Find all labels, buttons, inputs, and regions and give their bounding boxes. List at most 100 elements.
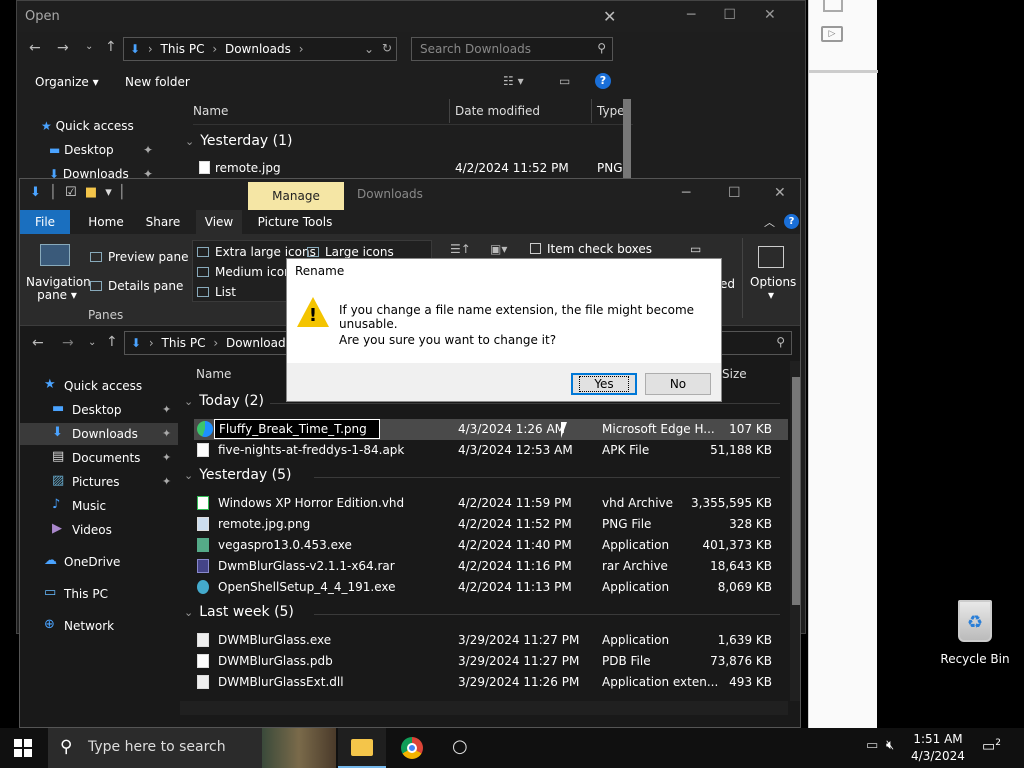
explorer-search-input[interactable]: ⚲ <box>720 331 792 355</box>
open-search-input[interactable]: Search Downloads ⚲ <box>411 37 613 61</box>
layout-medium-icons[interactable]: Medium icons <box>197 265 298 279</box>
taskbar-app[interactable]: ○ <box>438 728 486 768</box>
sidebar-item-onedrive[interactable]: ☁ OneDrive <box>20 551 178 573</box>
volume-muted-icon[interactable]: 🔇︎ <box>886 738 894 753</box>
sidebar-item-pictures[interactable]: ▨ Pictures ✦ <box>20 471 178 493</box>
refresh-icon[interactable]: ↻ <box>382 41 392 55</box>
item-check-boxes[interactable]: Item check boxes <box>530 242 652 256</box>
preview-pane-button[interactable]: Preview pane <box>90 250 188 264</box>
sidebar-item-downloads[interactable]: ⬇ Downloads ✦ <box>20 423 178 445</box>
vertical-scrollbar[interactable] <box>790 361 800 701</box>
details-pane-button[interactable]: Details pane <box>90 279 183 293</box>
yes-button[interactable]: Yes <box>571 373 637 395</box>
tab-view[interactable]: View <box>196 210 242 234</box>
layout-large-icons[interactable]: Large icons <box>307 245 394 259</box>
table-row[interactable]: five-nights-at-freddys-1-84.apk 4/3/2024… <box>194 440 788 461</box>
crumb-this-pc[interactable]: This PC <box>162 336 206 350</box>
crumb-this-pc[interactable]: This PC <box>161 42 205 56</box>
crumb-downloads[interactable]: Downloads <box>225 42 291 56</box>
collapse-ribbon-icon[interactable]: ︿ <box>764 214 775 230</box>
maximize-icon[interactable]: ☐ <box>728 185 741 201</box>
organize-button[interactable]: Organize ▾ <box>35 75 99 89</box>
scrollbar[interactable] <box>623 99 631 179</box>
network-tray-icon[interactable]: ▭ <box>866 738 878 753</box>
taskbar-search[interactable]: ⚲ Type here to search <box>48 728 336 768</box>
rename-input[interactable]: Fluffy_Break_Time_T.png <box>214 419 380 439</box>
group-today[interactable]: ⌄ Today (2) <box>184 393 264 409</box>
chevron-down-icon[interactable]: ⌄ <box>364 42 374 56</box>
list-item[interactable]: remote.jpg 4/2/2024 11:52 PM PNG <box>197 161 637 179</box>
back-arrow-icon[interactable]: ← <box>32 335 44 351</box>
sidebar-item-music[interactable]: ♪ Music <box>20 495 178 517</box>
column-type[interactable]: Type <box>597 104 625 118</box>
close-icon[interactable]: ✕ <box>603 7 616 26</box>
sidebar-item-this-pc[interactable]: ▭ This PC <box>20 583 178 605</box>
column-date-modified[interactable]: Date modified <box>455 104 540 118</box>
column-name[interactable]: Name <box>196 367 231 381</box>
properties-icon[interactable]: ☑ <box>65 185 77 200</box>
taskbar-clock[interactable]: 1:51 AM 4/3/2024 <box>906 731 970 765</box>
sidebar-item-documents[interactable]: ▤ Documents ✦ <box>20 447 178 469</box>
forward-arrow-icon[interactable]: → <box>57 40 69 56</box>
background-window-controls[interactable]: ─☐✕ <box>687 7 804 23</box>
sidebar-item-desktop[interactable]: ▬ Desktop ✦ <box>49 143 153 157</box>
table-row[interactable]: DWMBlurGlass.pdb 3/29/2024 11:27 PM PDB … <box>194 651 788 672</box>
sidebar-item-network[interactable]: ⊕ Network <box>20 615 178 637</box>
notifications-button[interactable]: ▭2 <box>982 738 1001 755</box>
table-row[interactable]: DWMBlurGlass.exe 3/29/2024 11:27 PM Appl… <box>194 630 788 651</box>
windows-start-icon[interactable] <box>14 739 32 757</box>
up-arrow-icon[interactable]: ↑ <box>105 39 117 55</box>
scrollbar-thumb[interactable] <box>792 377 800 605</box>
new-folder-button[interactable]: New folder <box>125 75 190 89</box>
up-arrow-icon[interactable]: ↑ <box>106 334 118 350</box>
help-icon[interactable]: ? <box>784 214 799 229</box>
recycle-bin[interactable]: Recycle Bin <box>938 600 1012 666</box>
taskbar-chrome[interactable] <box>388 728 436 768</box>
table-row[interactable]: remote.jpg.png 4/2/2024 11:52 PM PNG Fil… <box>194 514 788 535</box>
sort-by-icon[interactable]: ☰↑ <box>450 242 471 256</box>
crumb-downloads[interactable]: Downloads <box>226 336 292 350</box>
sidebar-item-quick-access[interactable]: ★ Quick access <box>41 119 134 133</box>
tab-share[interactable]: Share <box>136 210 190 234</box>
preview-pane-icon[interactable]: ▭ <box>559 74 570 88</box>
tab-manage[interactable]: Manage <box>248 182 344 210</box>
open-address-input[interactable]: ⬇ › This PC › Downloads › ⌄ ↻ <box>123 37 397 61</box>
tab-picture-tools[interactable]: Picture Tools <box>252 210 338 234</box>
downloads-icon[interactable]: ⬇ <box>30 185 41 200</box>
no-button[interactable]: No <box>645 373 711 395</box>
group-yesterday[interactable]: ⌄ Yesterday (5) <box>184 467 291 483</box>
group-last-week[interactable]: ⌄ Last week (5) <box>184 604 294 620</box>
back-arrow-icon[interactable]: ← <box>29 40 41 56</box>
layout-extra-large-icons[interactable]: Extra large icons <box>197 245 316 259</box>
table-row[interactable]: Windows XP Horror Edition.vhd 4/2/2024 1… <box>194 493 788 514</box>
tab-file[interactable]: File <box>20 210 70 234</box>
group-yesterday[interactable]: ⌄ Yesterday (1) <box>185 133 292 149</box>
chevron-down-icon[interactable]: ⌄ <box>85 41 93 52</box>
group-by-icon[interactable]: ▣▾ <box>490 242 507 256</box>
hide-selected-icon[interactable]: ▭ <box>690 242 701 256</box>
sidebar-item-videos[interactable]: ▶ Videos <box>20 519 178 541</box>
forward-arrow-icon[interactable]: → <box>62 335 74 351</box>
column-size[interactable]: Size <box>722 367 747 381</box>
tab-home[interactable]: Home <box>78 210 134 234</box>
sidebar-item-quick-access[interactable]: ★ Quick access <box>20 375 178 397</box>
chevron-down-icon[interactable]: ⌄ <box>88 337 96 348</box>
help-icon[interactable]: ? <box>595 73 611 89</box>
table-row[interactable]: vegaspro13.0.453.exe 4/2/2024 11:40 PM A… <box>194 535 788 556</box>
background-window[interactable]: ▷ <box>808 0 878 728</box>
table-row[interactable]: Fluffy_Break_Time_T.png 4/3/2024 1:26 AM… <box>194 419 788 440</box>
column-name[interactable]: Name <box>193 104 228 118</box>
explorer-address-input[interactable]: ⬇ › This PC › Downloads <box>124 331 304 355</box>
taskbar-file-explorer[interactable] <box>338 728 386 768</box>
options-button[interactable]: Options ▾ <box>750 276 796 302</box>
new-folder-icon[interactable]: ■ <box>85 185 97 200</box>
minimize-icon[interactable]: ─ <box>682 185 690 201</box>
customize-icon[interactable]: ▾ <box>105 185 112 200</box>
close-icon[interactable]: ✕ <box>774 185 786 201</box>
table-row[interactable]: DwmBlurGlass-v2.1.1-x64.rar 4/2/2024 11:… <box>194 556 788 577</box>
navigation-pane-button[interactable]: Navigation pane ▾ <box>26 276 91 302</box>
table-row[interactable]: OpenShellSetup_4_4_191.exe 4/2/2024 11:1… <box>194 577 788 598</box>
horizontal-scrollbar[interactable] <box>180 701 788 715</box>
layout-list[interactable]: List <box>197 285 236 299</box>
view-options-icon[interactable]: ☷ ▾ <box>503 74 524 88</box>
